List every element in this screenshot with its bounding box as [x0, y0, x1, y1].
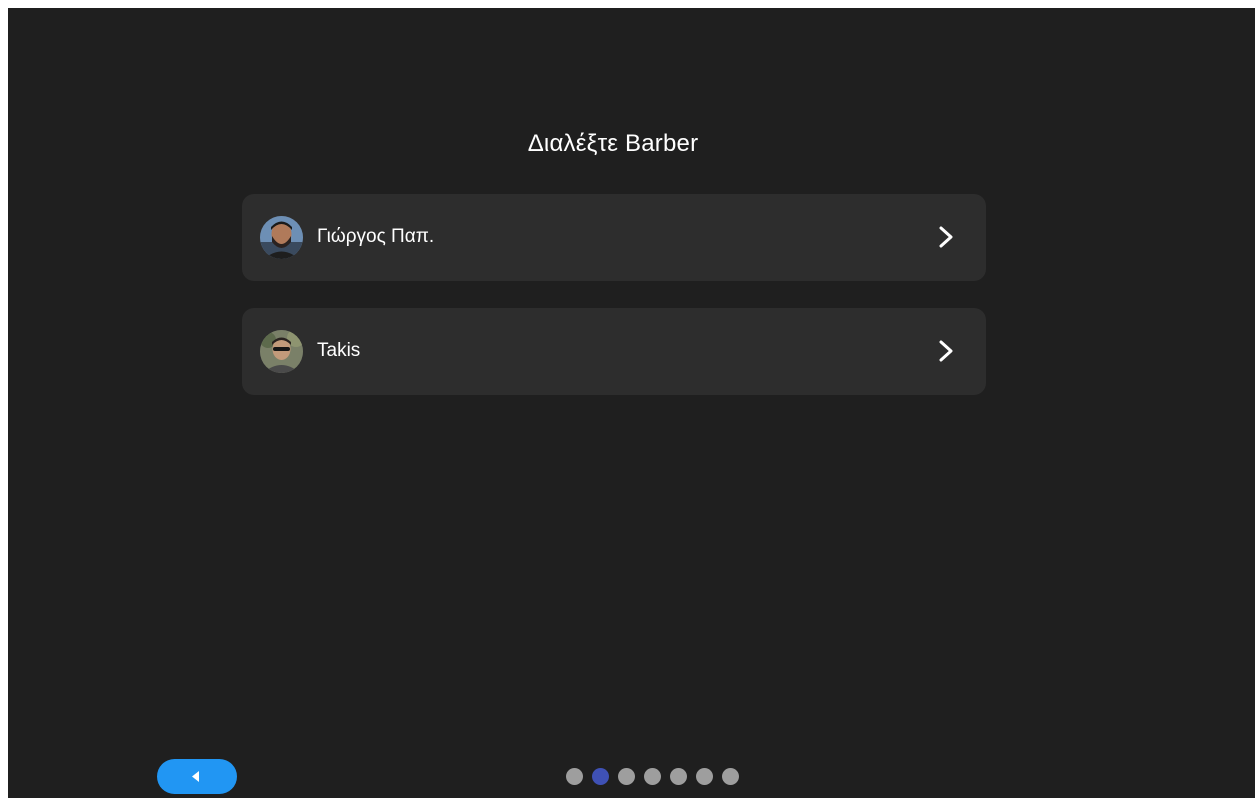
- app-screen: Διαλέξτε Barber Γιώργος Παπ. Takis: [8, 8, 1255, 798]
- barber-name: Takis: [317, 340, 361, 361]
- caret-left-icon: [192, 771, 199, 782]
- barber-name: Γιώργος Παπ.: [317, 226, 435, 247]
- step-dot-active: [592, 768, 609, 785]
- chevron-right-icon: [939, 340, 953, 362]
- barber-avatar: [260, 330, 303, 373]
- barber-card-giorgos[interactable]: Γιώργος Παπ.: [242, 194, 986, 281]
- person-photo-icon: [260, 216, 303, 259]
- page-title: Διαλέξτε Barber: [527, 130, 699, 157]
- barber-card-takis[interactable]: Takis: [242, 308, 986, 395]
- chevron-right-icon: [939, 226, 953, 248]
- step-indicator: [566, 768, 739, 785]
- step-dot: [722, 768, 739, 785]
- step-dot: [566, 768, 583, 785]
- back-button[interactable]: [157, 759, 237, 794]
- person-photo-icon: [260, 330, 303, 373]
- barber-list: Γιώργος Παπ. Takis: [242, 194, 986, 422]
- step-dot: [644, 768, 661, 785]
- step-dot: [670, 768, 687, 785]
- step-dot: [696, 768, 713, 785]
- step-dot: [618, 768, 635, 785]
- barber-avatar: [260, 216, 303, 259]
